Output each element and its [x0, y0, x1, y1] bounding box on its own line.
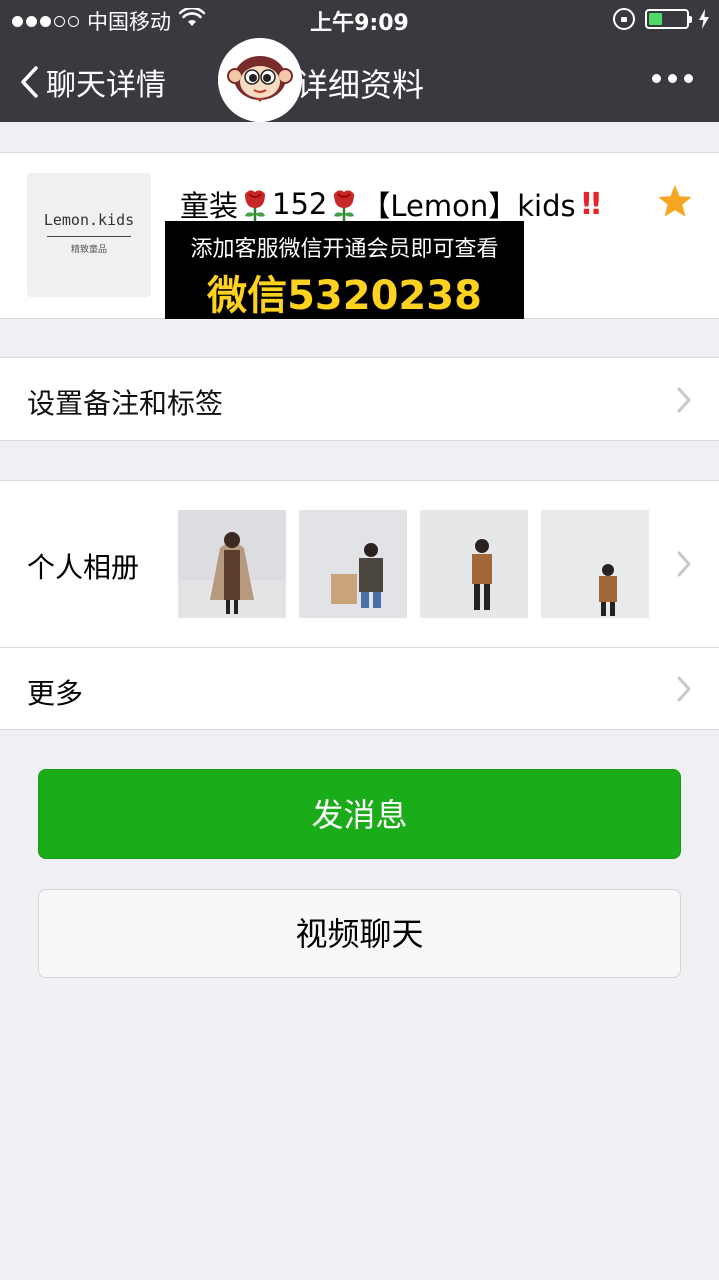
back-button[interactable]: 聊天详情 [18, 60, 166, 104]
album-photo-4 [541, 510, 649, 618]
status-time: 上午9:09 [310, 11, 409, 36]
send-message-button[interactable]: 发消息 [38, 769, 681, 859]
name-part1: 童装 [180, 189, 239, 223]
remark-label: 设置备注和标签 [27, 387, 224, 420]
page-title: 详细资料 [296, 66, 425, 104]
album-photo-2 [299, 510, 407, 618]
more-row[interactable]: 更多 [0, 648, 719, 731]
ellipsis-icon[interactable] [652, 74, 693, 83]
album-label: 个人相册 [27, 551, 140, 584]
avatar[interactable]: Lemon.kids 精致童品 [27, 173, 151, 297]
orientation-lock-icon [613, 8, 635, 30]
promo-banner: 添加客服微信开通会员即可查看 微信5320238 [165, 221, 524, 319]
chevron-left-icon [18, 65, 40, 99]
avatar-sub-text: 精致童品 [70, 245, 107, 255]
monkey-logo-icon [218, 38, 302, 122]
rose-icon [240, 186, 270, 222]
album-group: 个人相册 更多 [0, 480, 719, 730]
album-photo-1 [178, 510, 286, 618]
more-label: 更多 [27, 677, 84, 710]
album-photo-3 [420, 510, 528, 618]
chevron-right-icon [675, 385, 693, 415]
promo-line1: 添加客服微信开通会员即可查看 [190, 237, 499, 262]
contact-name: 童装 152 【Lemon】kids !! [180, 183, 603, 225]
battery-icon [645, 9, 692, 29]
status-bar: 中国移动 上午9:09 [0, 0, 719, 38]
video-chat-button[interactable]: 视频聊天 [38, 889, 681, 978]
avatar-brand-text: Lemon.kids [43, 211, 135, 229]
name-part2: 152 [272, 187, 328, 221]
charging-bolt-icon [699, 9, 709, 29]
name-part3: 【Lemon】kids [361, 189, 576, 223]
nav-bar: 聊天详情 详细资料 [0, 38, 719, 122]
top-bar: 中国移动 上午9:09 聊天详情 详细资料 [0, 0, 719, 122]
chevron-right-icon [675, 549, 693, 579]
chevron-right-icon [675, 674, 693, 704]
double-exclamation-icon: !! [579, 186, 603, 222]
back-label: 聊天详情 [46, 68, 166, 103]
personal-album-row[interactable]: 个人相册 [0, 481, 719, 647]
remark-and-tags-row[interactable]: 设置备注和标签 [0, 357, 719, 441]
rose-icon [329, 186, 359, 222]
star-icon [657, 183, 693, 219]
promo-line2: 微信5320238 [207, 273, 482, 319]
